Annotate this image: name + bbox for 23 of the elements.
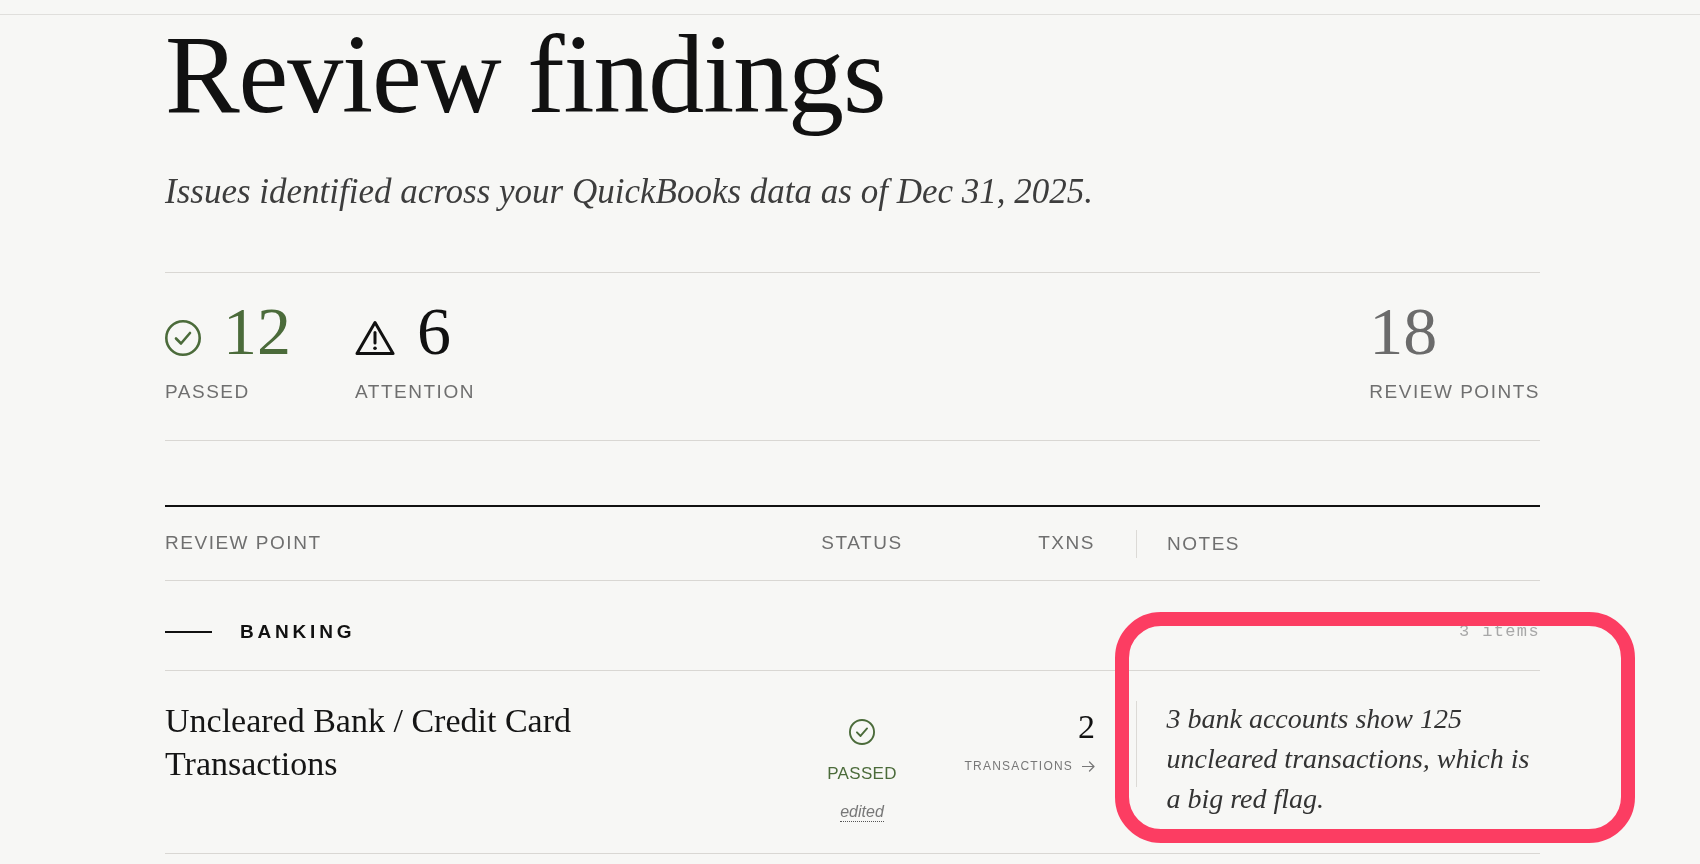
stat-label: PASSED <box>165 380 251 404</box>
warning-icon <box>355 320 395 356</box>
page-title: Review findings <box>165 12 887 136</box>
status-label: PASSED <box>827 764 897 784</box>
column-header: STATUS <box>821 532 903 553</box>
check-circle-icon <box>849 719 875 745</box>
stat-label: ATTENTION <box>355 380 475 404</box>
arrow-right-icon <box>1082 760 1095 772</box>
review-point-title: Uncleared Bank / Credit Card Transactions <box>165 701 572 784</box>
column-header: TXNS <box>1038 532 1095 553</box>
stat-value: 12 <box>223 297 291 365</box>
stat-value: 18 <box>1369 297 1438 365</box>
transaction-count: 2 <box>1078 710 1095 744</box>
stat-value: 6 <box>417 297 451 365</box>
check-circle-icon <box>165 320 201 356</box>
section-heading: BANKING <box>240 619 356 644</box>
transactions-link[interactable]: TRANSACTIONS <box>964 758 1095 774</box>
column-header: NOTES <box>1167 531 1241 556</box>
column-header: REVIEW POINT <box>165 532 322 553</box>
note-text: 3 bank accounts show 125 uncleared transactions, which is a big red flag. <box>1166 702 1531 816</box>
edited-label[interactable]: edited <box>840 802 884 822</box>
stat-label: REVIEW POINTS <box>1369 380 1540 404</box>
page-subtitle: Issues identified across your QuickBooks data as of Dec 31, 2025. <box>165 172 1094 212</box>
